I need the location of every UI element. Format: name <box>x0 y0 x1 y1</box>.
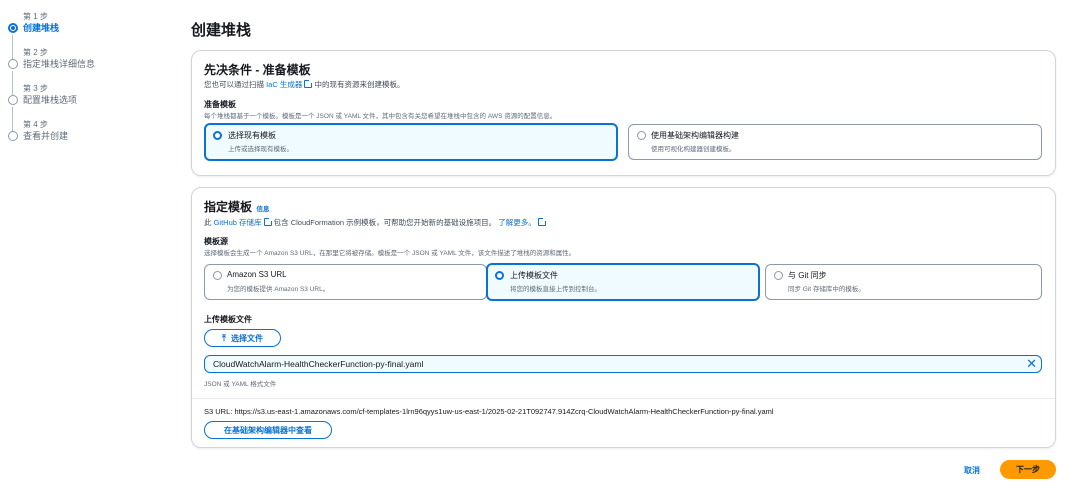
step-4-number: 第 4 步 <box>23 120 48 129</box>
github-repo-link[interactable]: GitHub 存储库 <box>214 218 262 227</box>
source-s3-url[interactable]: Amazon S3 URL 为您的模板提供 Amazon S3 URL。 <box>204 264 487 300</box>
wizard-steps: 第 1 步 创建堆栈 第 2 步 指定堆栈详细信息 第 3 步 配置堆栈选项 第… <box>8 12 178 156</box>
choose-file-label: 选择文件 <box>230 333 263 343</box>
specify-template-container: 指定模板 信息 此 GitHub 存储库 包含 CloudFormation 示… <box>191 187 1056 448</box>
upload-template-label: 上传模板文件 <box>204 315 252 324</box>
divider <box>192 398 1055 399</box>
radio-selected[interactable] <box>213 131 222 140</box>
desc-text: 此 <box>204 218 212 227</box>
step-1-name: 创建堆栈 <box>23 23 60 33</box>
radio-unselected[interactable] <box>213 271 222 280</box>
step-4-indicator <box>8 131 18 141</box>
file-name: CloudWatchAlarm-HealthCheckerFunction-py… <box>213 359 424 369</box>
step-3-indicator <box>8 95 18 105</box>
remove-file-icon[interactable]: ✕ <box>1026 356 1037 372</box>
step-4-name: 查看并创建 <box>23 131 69 141</box>
file-format-hint: JSON 或 YAML 格式文件 <box>204 381 277 388</box>
option-label: 使用基础架构编辑器构建 <box>651 131 739 140</box>
radio-unselected[interactable] <box>774 271 783 280</box>
iac-generator-link[interactable]: IaC 生成器 <box>266 80 302 89</box>
step-3-name: 配置堆栈选项 <box>23 95 78 105</box>
option-label: 选择现有模板 <box>228 131 276 140</box>
option-description: 为您的模板提供 Amazon S3 URL。 <box>227 286 330 293</box>
source-git-sync[interactable]: 与 Git 同步 同步 Git 存储库中的模板。 <box>765 264 1042 300</box>
page-title: 创建堆栈 <box>191 22 252 39</box>
desc-text: 中的现有资源来创建模板。 <box>314 80 405 89</box>
option-description: 同步 Git 存储库中的模板。 <box>788 286 865 293</box>
step-4: 第 4 步 查看并创建 <box>8 120 178 156</box>
selected-file: CloudWatchAlarm-HealthCheckerFunction-py… <box>204 355 1042 373</box>
option-label: 上传模板文件 <box>510 271 558 280</box>
prerequisite-description: 您也可以通过扫描 IaC 生成器 中的现有资源来创建模板。 <box>204 79 1044 90</box>
radio-unselected[interactable] <box>637 131 646 140</box>
template-source-label: 模板源 <box>204 237 228 246</box>
cancel-button[interactable]: 取消 <box>964 465 980 476</box>
external-link-icon <box>263 217 273 226</box>
option-description: 使用可视化构建器创建模板。 <box>651 146 736 153</box>
learn-more-link[interactable]: 了解更多。 <box>498 218 536 227</box>
next-button[interactable]: 下一步 <box>1000 460 1056 479</box>
view-in-composer-button[interactable]: 在基础架构编辑器中查看 <box>204 421 332 439</box>
prepare-template-description: 每个堆栈都基于一个模板。模板是一个 JSON 或 YAML 文件，其中包含有关您… <box>204 113 557 120</box>
external-link-icon <box>537 217 547 226</box>
radio-selected[interactable] <box>495 271 504 280</box>
prerequisite-container: 先决条件 - 准备模板 您也可以通过扫描 IaC 生成器 中的现有资源来创建模板… <box>191 50 1056 176</box>
s3-url-label: S3 URL: <box>204 407 233 416</box>
step-1[interactable]: 第 1 步 创建堆栈 <box>8 12 178 59</box>
option-existing-template[interactable]: 选择现有模板 上传或选择现有模板。 <box>204 123 618 161</box>
upload-icon: ⤒ <box>222 332 226 343</box>
s3-url-value: https://s3.us-east-1.amazonaws.com/cf-te… <box>234 407 774 416</box>
step-2: 第 2 步 指定堆栈详细信息 <box>8 48 178 95</box>
option-description: 上传或选择现有模板。 <box>228 146 293 153</box>
step-2-number: 第 2 步 <box>23 48 48 57</box>
prerequisite-title: 先决条件 - 准备模板 <box>204 63 311 77</box>
option-description: 将您的模板直接上传到控制台。 <box>510 286 601 293</box>
external-link-icon <box>304 79 314 88</box>
step-1-indicator <box>8 23 18 33</box>
desc-text: 您也可以通过扫描 <box>204 80 264 89</box>
desc-text: 包含 CloudFormation 示例模板，可帮助您开始新的基础设施项目。 <box>273 218 497 227</box>
step-2-name: 指定堆栈详细信息 <box>23 59 96 69</box>
source-upload-file[interactable]: 上传模板文件 将您的模板直接上传到控制台。 <box>486 263 760 301</box>
choose-file-button[interactable]: ⤒ 选择文件 <box>204 329 281 347</box>
step-3: 第 3 步 配置堆栈选项 <box>8 84 178 131</box>
specify-template-title: 指定模板 <box>204 200 253 214</box>
specify-template-description: 此 GitHub 存储库 包含 CloudFormation 示例模板，可帮助您… <box>204 217 1044 228</box>
info-link[interactable]: 信息 <box>256 206 269 213</box>
option-infrastructure-composer[interactable]: 使用基础架构编辑器构建 使用可视化构建器创建模板。 <box>628 124 1042 160</box>
step-1-number: 第 1 步 <box>23 12 48 21</box>
step-3-number: 第 3 步 <box>23 84 48 93</box>
option-label: Amazon S3 URL <box>227 270 287 279</box>
step-2-indicator <box>8 59 18 69</box>
option-label: 与 Git 同步 <box>788 271 827 280</box>
prepare-template-label: 准备模板 <box>204 100 236 109</box>
template-source-description: 选择模板会生成一个 Amazon S3 URL，在那里它将被存储。模板是一个 J… <box>204 250 576 257</box>
s3-url-row: S3 URL: https://s3.us-east-1.amazonaws.c… <box>204 407 774 416</box>
